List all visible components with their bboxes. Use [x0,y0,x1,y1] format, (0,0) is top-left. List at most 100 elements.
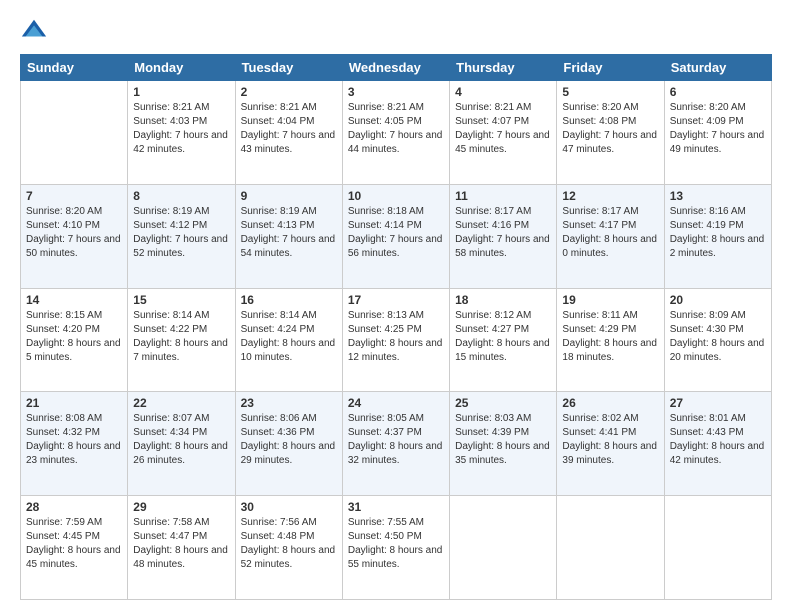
calendar-week-row: 1 Sunrise: 8:21 AM Sunset: 4:03 PM Daylig… [21,81,772,185]
day-detail: Sunrise: 8:19 AM Sunset: 4:12 PM Dayligh… [133,205,229,261]
calendar-table: SundayMondayTuesdayWednesdayThursdayFrid… [20,54,772,600]
day-number: 12 [562,189,658,203]
day-number: 26 [562,396,658,410]
calendar-cell: 14 Sunrise: 8:15 AM Sunset: 4:20 PM Dayli… [21,288,128,392]
day-number: 20 [670,293,766,307]
calendar-cell [664,496,771,600]
day-number: 1 [133,85,229,99]
calendar-cell: 2 Sunrise: 8:21 AM Sunset: 4:04 PM Daylig… [235,81,342,185]
calendar-cell: 11 Sunrise: 8:17 AM Sunset: 4:16 PM Dayli… [450,184,557,288]
calendar-cell: 30 Sunrise: 7:56 AM Sunset: 4:48 PM Dayli… [235,496,342,600]
day-detail: Sunrise: 8:07 AM Sunset: 4:34 PM Dayligh… [133,412,229,468]
day-detail: Sunrise: 8:21 AM Sunset: 4:03 PM Dayligh… [133,101,229,157]
calendar-cell: 25 Sunrise: 8:03 AM Sunset: 4:39 PM Dayli… [450,392,557,496]
day-number: 16 [241,293,337,307]
day-detail: Sunrise: 8:17 AM Sunset: 4:16 PM Dayligh… [455,205,551,261]
day-detail: Sunrise: 8:21 AM Sunset: 4:05 PM Dayligh… [348,101,444,157]
calendar-cell: 5 Sunrise: 8:20 AM Sunset: 4:08 PM Daylig… [557,81,664,185]
header [20,16,772,44]
day-detail: Sunrise: 7:56 AM Sunset: 4:48 PM Dayligh… [241,516,337,572]
day-number: 2 [241,85,337,99]
calendar-cell: 4 Sunrise: 8:21 AM Sunset: 4:07 PM Daylig… [450,81,557,185]
day-detail: Sunrise: 8:16 AM Sunset: 4:19 PM Dayligh… [670,205,766,261]
day-detail: Sunrise: 8:13 AM Sunset: 4:25 PM Dayligh… [348,309,444,365]
day-number: 19 [562,293,658,307]
calendar-cell: 22Sunrise: 8:07 AM Sunset: 4:34 PM Dayli… [128,392,235,496]
day-detail: Sunrise: 8:17 AM Sunset: 4:17 PM Dayligh… [562,205,658,261]
day-detail: Sunrise: 8:05 AM Sunset: 4:37 PM Dayligh… [348,412,444,468]
day-number: 28 [26,500,122,514]
day-detail: Sunrise: 8:01 AM Sunset: 4:43 PM Dayligh… [670,412,766,468]
day-number: 8 [133,189,229,203]
day-number: 7 [26,189,122,203]
day-number: 25 [455,396,551,410]
logo-icon [20,16,48,44]
day-detail: Sunrise: 8:09 AM Sunset: 4:30 PM Dayligh… [670,309,766,365]
calendar-cell: 26Sunrise: 8:02 AM Sunset: 4:41 PM Dayli… [557,392,664,496]
day-number: 3 [348,85,444,99]
day-detail: Sunrise: 8:21 AM Sunset: 4:04 PM Dayligh… [241,101,337,157]
calendar-cell: 31Sunrise: 7:55 AM Sunset: 4:50 PM Dayli… [342,496,449,600]
day-detail: Sunrise: 8:08 AM Sunset: 4:32 PM Dayligh… [26,412,122,468]
calendar-cell: 7 Sunrise: 8:20 AM Sunset: 4:10 PM Daylig… [21,184,128,288]
calendar-cell: 13 Sunrise: 8:16 AM Sunset: 4:19 PM Dayli… [664,184,771,288]
calendar-cell: 16Sunrise: 8:14 AM Sunset: 4:24 PM Dayli… [235,288,342,392]
calendar-cell [21,81,128,185]
calendar-cell: 9 Sunrise: 8:19 AM Sunset: 4:13 PM Daylig… [235,184,342,288]
calendar-cell: 15 Sunrise: 8:14 AM Sunset: 4:22 PM Dayli… [128,288,235,392]
day-detail: Sunrise: 8:19 AM Sunset: 4:13 PM Dayligh… [241,205,337,261]
calendar-cell: 21 Sunrise: 8:08 AM Sunset: 4:32 PM Dayli… [21,392,128,496]
day-detail: Sunrise: 7:59 AM Sunset: 4:45 PM Dayligh… [26,516,122,572]
day-detail: Sunrise: 8:20 AM Sunset: 4:09 PM Dayligh… [670,101,766,157]
calendar-cell: 17Sunrise: 8:13 AM Sunset: 4:25 PM Dayli… [342,288,449,392]
calendar-cell: 23Sunrise: 8:06 AM Sunset: 4:36 PM Dayli… [235,392,342,496]
day-detail: Sunrise: 7:58 AM Sunset: 4:47 PM Dayligh… [133,516,229,572]
day-detail: Sunrise: 8:20 AM Sunset: 4:10 PM Dayligh… [26,205,122,261]
day-number: 23 [241,396,337,410]
day-number: 31 [348,500,444,514]
day-number: 27 [670,396,766,410]
weekday-header-wednesday: Wednesday [342,55,449,81]
day-number: 18 [455,293,551,307]
calendar-week-row: 28 Sunrise: 7:59 AM Sunset: 4:45 PM Dayli… [21,496,772,600]
calendar-cell: 18 Sunrise: 8:12 AM Sunset: 4:27 PM Dayli… [450,288,557,392]
day-number: 21 [26,396,122,410]
day-number: 10 [348,189,444,203]
day-detail: Sunrise: 8:15 AM Sunset: 4:20 PM Dayligh… [26,309,122,365]
calendar-cell: 28 Sunrise: 7:59 AM Sunset: 4:45 PM Dayli… [21,496,128,600]
day-detail: Sunrise: 8:21 AM Sunset: 4:07 PM Dayligh… [455,101,551,157]
day-detail: Sunrise: 8:12 AM Sunset: 4:27 PM Dayligh… [455,309,551,365]
calendar-cell: 20 Sunrise: 8:09 AM Sunset: 4:30 PM Dayli… [664,288,771,392]
day-detail: Sunrise: 8:14 AM Sunset: 4:22 PM Dayligh… [133,309,229,365]
day-number: 9 [241,189,337,203]
calendar-cell [557,496,664,600]
day-number: 4 [455,85,551,99]
day-detail: Sunrise: 8:18 AM Sunset: 4:14 PM Dayligh… [348,205,444,261]
calendar-week-row: 7 Sunrise: 8:20 AM Sunset: 4:10 PM Daylig… [21,184,772,288]
weekday-header-thursday: Thursday [450,55,557,81]
day-number: 30 [241,500,337,514]
day-detail: Sunrise: 8:20 AM Sunset: 4:08 PM Dayligh… [562,101,658,157]
calendar-cell: 19 Sunrise: 8:11 AM Sunset: 4:29 PM Dayli… [557,288,664,392]
day-number: 29 [133,500,229,514]
weekday-header-row: SundayMondayTuesdayWednesdayThursdayFrid… [21,55,772,81]
calendar-cell: 24Sunrise: 8:05 AM Sunset: 4:37 PM Dayli… [342,392,449,496]
calendar-cell: 8 Sunrise: 8:19 AM Sunset: 4:12 PM Daylig… [128,184,235,288]
calendar-cell: 10 Sunrise: 8:18 AM Sunset: 4:14 PM Dayli… [342,184,449,288]
logo [20,16,52,44]
day-number: 15 [133,293,229,307]
calendar-page: SundayMondayTuesdayWednesdayThursdayFrid… [0,0,792,612]
calendar-cell: 6 Sunrise: 8:20 AM Sunset: 4:09 PM Daylig… [664,81,771,185]
calendar-cell: 29 Sunrise: 7:58 AM Sunset: 4:47 PM Dayli… [128,496,235,600]
calendar-cell: 1 Sunrise: 8:21 AM Sunset: 4:03 PM Daylig… [128,81,235,185]
calendar-cell: 27 Sunrise: 8:01 AM Sunset: 4:43 PM Dayli… [664,392,771,496]
day-detail: Sunrise: 8:03 AM Sunset: 4:39 PM Dayligh… [455,412,551,468]
weekday-header-friday: Friday [557,55,664,81]
day-number: 5 [562,85,658,99]
day-number: 14 [26,293,122,307]
day-number: 11 [455,189,551,203]
day-number: 6 [670,85,766,99]
calendar-week-row: 14 Sunrise: 8:15 AM Sunset: 4:20 PM Dayli… [21,288,772,392]
day-number: 13 [670,189,766,203]
day-detail: Sunrise: 8:11 AM Sunset: 4:29 PM Dayligh… [562,309,658,365]
